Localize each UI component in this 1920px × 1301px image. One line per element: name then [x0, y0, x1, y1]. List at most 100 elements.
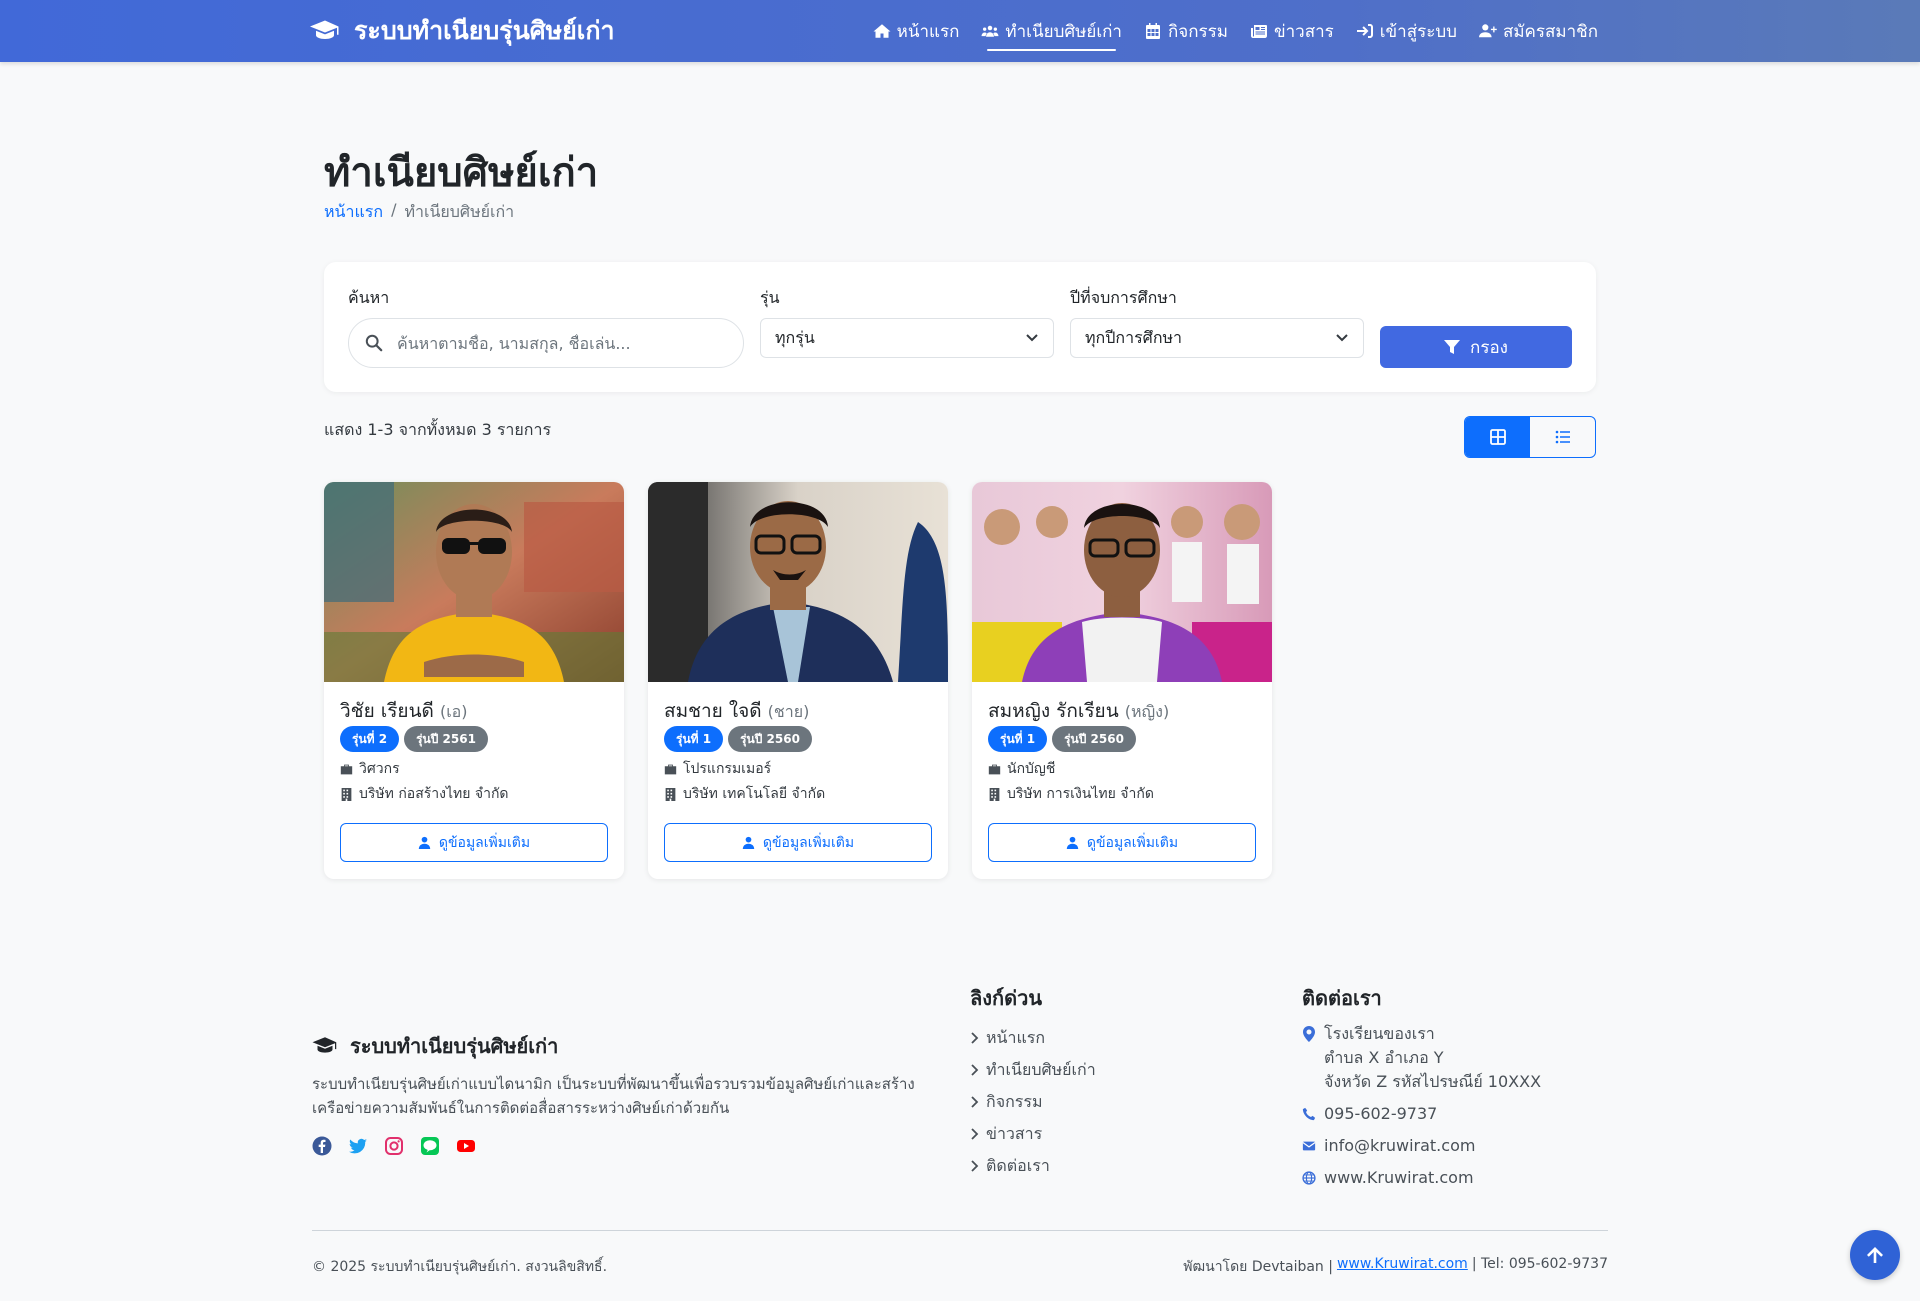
search-input[interactable]	[397, 333, 717, 353]
grid-view-button[interactable]	[1465, 417, 1530, 457]
occupation-row: โปรแกรมเมอร์	[664, 758, 771, 780]
graduation-cap-icon	[312, 1037, 337, 1053]
company-text: บริษัท การเงินไทย จำกัด	[1007, 786, 1154, 802]
facebook-icon	[312, 1136, 332, 1156]
alumni-photo	[648, 482, 948, 682]
filter-button[interactable]: กรอง	[1380, 326, 1572, 368]
occupation-text: โปรแกรมเมอร์	[683, 761, 772, 777]
nav-link-label: หน้าแรก	[896, 21, 960, 42]
generation-badge: รุ่นที่ 2	[340, 726, 400, 752]
credit-website-link[interactable]: www.Kruwirat.com	[1337, 1256, 1468, 1278]
alumni-photo-image	[972, 482, 1272, 682]
user-plus-icon	[1478, 24, 1497, 38]
alumni-name-text: สมชาย ใจดี	[664, 700, 762, 722]
generation-select-value: ทุกรุ่น	[775, 327, 815, 347]
year-badge: รุ่นปี 2560	[728, 726, 812, 752]
nav-link-login[interactable]: เข้าสู่ระบบ	[1356, 0, 1457, 62]
alumni-badges: รุ่นที่ 2 รุ่นปี 2561	[340, 726, 488, 752]
briefcase-icon	[664, 764, 677, 774]
generation-label: รุ่น	[760, 288, 780, 307]
list-view-button[interactable]	[1530, 417, 1595, 457]
contact-address: โรงเรียนของเรา ตำบล X อำเภอ Y จังหวัด Z …	[1302, 1022, 1541, 1094]
arrow-up-icon	[1867, 1247, 1883, 1263]
calendar-icon	[1145, 23, 1160, 39]
view-details-label: ดูข้อมูลเพิ่มเติม	[762, 834, 855, 851]
building-icon	[989, 787, 1000, 801]
chevron-right-icon	[971, 1128, 979, 1140]
sign-in-icon	[1356, 24, 1373, 38]
page-title: ทำเนียบศิษย์เก่า	[324, 150, 599, 196]
footer-description: ระบบทำเนียบรุ่นศิษย์เก่าแบบไดนามิก เป็นร…	[312, 1075, 915, 1117]
alumni-photo	[324, 482, 624, 682]
quick-links: หน้าแรก ทำเนียบศิษย์เก่า กิจกรรม ข่าวสาร…	[970, 1022, 1096, 1182]
facebook-link[interactable]	[312, 1136, 332, 1156]
contact-website-text[interactable]: www.Kruwirat.com	[1324, 1166, 1474, 1190]
chevron-down-icon	[1336, 334, 1348, 342]
user-icon	[742, 836, 755, 849]
instagram-link[interactable]	[384, 1136, 404, 1156]
generation-select[interactable]: ทุกรุ่น	[760, 318, 1054, 358]
view-details-button[interactable]: ดูข้อมูลเพิ่มเติม	[988, 823, 1256, 862]
navbar: ระบบทำเนียบรุ่นศิษย์เก่า หน้าแรก ทำเนียบ…	[0, 0, 1920, 62]
nav-link-label: สมัครสมาชิก	[1502, 21, 1598, 42]
filter-card: ค้นหา รุ่น ทุกรุ่น ปีที่จบการศึกษา ทุกปี…	[324, 262, 1596, 392]
nav-link-label: ข่าวสาร	[1273, 21, 1334, 42]
breadcrumb-home-link[interactable]: หน้าแรก	[324, 200, 383, 225]
list-icon	[1555, 430, 1570, 444]
company-text: บริษัท ก่อสร้างไทย จำกัด	[359, 786, 509, 802]
search-field[interactable]	[348, 318, 744, 368]
credit-suffix: | Tel: 095-602-9737	[1471, 1256, 1608, 1272]
quick-link-activities[interactable]: กิจกรรม	[970, 1086, 1096, 1118]
view-details-button[interactable]: ดูข้อมูลเพิ่มเติม	[664, 823, 932, 862]
back-to-top-button[interactable]	[1850, 1230, 1900, 1280]
alumni-photo-image	[324, 482, 624, 682]
twitter-link[interactable]	[348, 1136, 368, 1156]
company-row: บริษัท ก่อสร้างไทย จำกัด	[340, 783, 509, 805]
breadcrumb-separator: /	[391, 200, 397, 219]
nav-link-news[interactable]: ข่าวสาร	[1250, 0, 1334, 62]
contact-phone: 095-602-9737	[1302, 1102, 1541, 1126]
newspaper-icon	[1250, 25, 1267, 38]
navbar-brand[interactable]: ระบบทำเนียบรุ่นศิษย์เก่า	[310, 0, 615, 62]
alumni-card: วิชัย เรียนดี (เอ) รุ่นที่ 2 รุ่นปี 2561…	[324, 482, 624, 879]
youtube-link[interactable]	[456, 1136, 476, 1156]
graduation-cap-icon	[310, 20, 339, 39]
copyright: © 2025 ระบบทำเนียบรุ่นศิษย์เก่า. สงวนลิข…	[312, 1259, 608, 1275]
quick-link-alumni[interactable]: ทำเนียบศิษย์เก่า	[970, 1054, 1096, 1086]
contact-phone-text[interactable]: 095-602-9737	[1324, 1102, 1437, 1126]
address-line: จังหวัด Z รหัสไปรษณีย์ 10XXX	[1324, 1072, 1542, 1091]
quick-link-news[interactable]: ข่าวสาร	[970, 1118, 1096, 1150]
footer-brand: ระบบทำเนียบรุ่นศิษย์เก่า	[312, 1030, 558, 1062]
navbar-brand-text: ระบบทำเนียบรุ่นศิษย์เก่า	[354, 16, 615, 45]
footer-divider	[312, 1230, 1608, 1231]
search-icon	[365, 334, 383, 352]
result-count: แสดง 1-3 จากทั้งหมด 3 รายการ	[324, 420, 552, 439]
view-details-label: ดูข้อมูลเพิ่มเติม	[438, 834, 531, 851]
building-icon	[665, 787, 676, 801]
occupation-text: วิศวกร	[359, 761, 400, 777]
building-icon	[341, 787, 352, 801]
quick-link-home[interactable]: หน้าแรก	[970, 1022, 1096, 1054]
social-links	[312, 1136, 476, 1156]
quick-link-label: กิจกรรม	[986, 1091, 1043, 1111]
nav-link-alumni[interactable]: ทำเนียบศิษย์เก่า	[981, 0, 1122, 62]
nav-link-activities[interactable]: กิจกรรม	[1144, 0, 1228, 62]
nav-link-register[interactable]: สมัครสมาชิก	[1478, 0, 1598, 62]
contact-email-text[interactable]: info@kruwirat.com	[1324, 1134, 1475, 1158]
occupation-row: วิศวกร	[340, 758, 400, 780]
quick-link-contact[interactable]: ติดต่อเรา	[970, 1150, 1096, 1182]
quick-link-label: หน้าแรก	[986, 1027, 1046, 1047]
graduation-year-label: ปีที่จบการศึกษา	[1070, 288, 1177, 307]
home-icon	[873, 24, 891, 38]
graduation-year-select[interactable]: ทุกปีการศึกษา	[1070, 318, 1364, 358]
contact-website: www.Kruwirat.com	[1302, 1166, 1541, 1190]
company-text: บริษัท เทคโนโลยี จำกัด	[683, 786, 826, 802]
alumni-nickname: (หญิง)	[1124, 702, 1170, 721]
generation-badge: รุ่นที่ 1	[988, 726, 1048, 752]
user-icon	[1066, 836, 1079, 849]
nav-link-label: ทำเนียบศิษย์เก่า	[1005, 21, 1122, 42]
credit-prefix: พัฒนาโดย Devtaiban |	[1183, 1259, 1333, 1275]
nav-link-home[interactable]: หน้าแรก	[873, 0, 960, 62]
view-details-button[interactable]: ดูข้อมูลเพิ่มเติม	[340, 823, 608, 862]
line-link[interactable]	[420, 1136, 440, 1156]
